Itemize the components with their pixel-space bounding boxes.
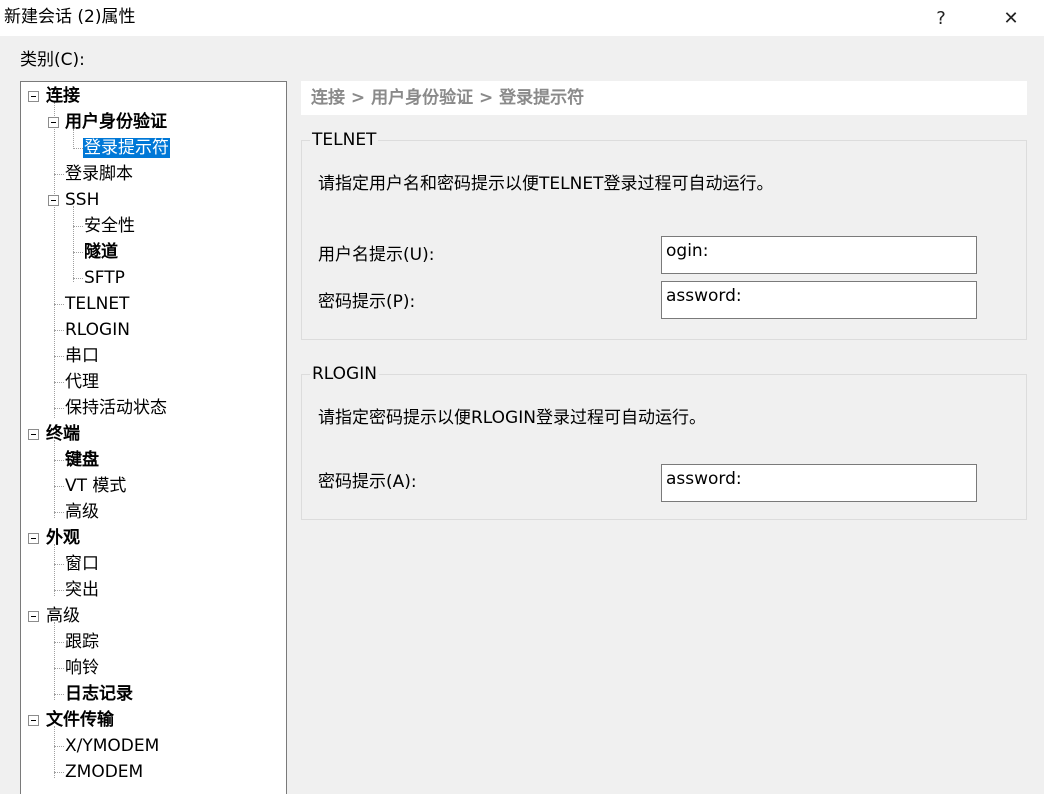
- rlogin-password-prompt-label: 密码提示(A):: [318, 472, 417, 492]
- tree-connector: [54, 440, 55, 518]
- tree-item-file-transfer[interactable]: 文件传输: [45, 708, 115, 734]
- tree-item-serial[interactable]: 串口: [64, 344, 100, 370]
- rlogin-password-prompt-input[interactable]: assword:: [661, 464, 977, 502]
- tree-item-rlogin[interactable]: RLOGIN: [64, 318, 131, 344]
- tree-item-terminal-advanced[interactable]: 高级: [64, 500, 100, 526]
- tree-item-terminal[interactable]: 终端: [45, 422, 81, 448]
- username-prompt-label: 用户名提示(U):: [318, 245, 435, 265]
- tree-item-advanced[interactable]: 高级: [45, 604, 81, 630]
- tree-item-login-script[interactable]: 登录脚本: [64, 162, 134, 188]
- tree-connector: [54, 512, 64, 513]
- telnet-description: 请指定用户名和密码提示以便TELNET登录过程可自动运行。: [318, 174, 774, 194]
- tree-connector: [73, 252, 83, 253]
- collapse-icon[interactable]: [28, 91, 39, 102]
- username-prompt-input[interactable]: ogin:: [661, 236, 977, 274]
- window-title: 新建会话 (2)属性: [4, 7, 136, 27]
- collapse-icon[interactable]: [28, 533, 39, 544]
- tree-connector: [54, 382, 64, 383]
- tree-connector: [54, 408, 64, 409]
- title-bar: 新建会话 (2)属性 ? ✕: [0, 0, 1044, 36]
- rlogin-group: RLOGIN 请指定密码提示以便RLOGIN登录过程可自动运行。 密码提示(A)…: [301, 363, 1027, 520]
- telnet-group: TELNET 请指定用户名和密码提示以便TELNET登录过程可自动运行。 用户名…: [301, 129, 1027, 340]
- tree-item-user-auth[interactable]: 用户身份验证: [64, 110, 168, 136]
- rlogin-description: 请指定密码提示以便RLOGIN登录过程可自动运行。: [318, 408, 706, 428]
- tree-item-xymodem[interactable]: X/YMODEM: [64, 734, 160, 760]
- telnet-password-prompt-label: 密码提示(P):: [318, 292, 416, 312]
- tree-connector: [73, 278, 83, 279]
- tree-item-login-prompts[interactable]: 登录提示符: [83, 136, 170, 162]
- tree-item-keep-alive[interactable]: 保持活动状态: [64, 396, 168, 422]
- tree-connector: [54, 304, 64, 305]
- collapse-icon[interactable]: [28, 429, 39, 440]
- tree-item-trace[interactable]: 跟踪: [64, 630, 100, 656]
- tree-item-proxy[interactable]: 代理: [64, 370, 100, 396]
- tree-connector: [54, 642, 64, 643]
- telnet-password-prompt-input[interactable]: assword:: [661, 281, 977, 319]
- collapse-icon[interactable]: [28, 611, 39, 622]
- tree-connector: [54, 772, 64, 773]
- tree-item-vt-mode[interactable]: VT 模式: [64, 474, 127, 500]
- collapse-icon[interactable]: [48, 195, 59, 206]
- tree-connector: [73, 206, 74, 282]
- collapse-icon[interactable]: [48, 117, 59, 128]
- close-icon: ✕: [1003, 7, 1019, 29]
- tree-item-appearance[interactable]: 外观: [45, 526, 81, 552]
- close-button[interactable]: ✕: [988, 0, 1034, 36]
- tree-connector: [54, 356, 64, 357]
- rlogin-group-title: RLOGIN: [310, 363, 379, 385]
- tree-item-bell[interactable]: 响铃: [64, 656, 100, 682]
- breadcrumb: 连接 > 用户身份验证 > 登录提示符: [301, 81, 1027, 115]
- tree-item-window[interactable]: 窗口: [64, 552, 100, 578]
- tree-item-logging[interactable]: 日志记录: [64, 682, 134, 708]
- category-tree[interactable]: 连接 用户身份验证 登录提示符 登录脚本 SSH 安全性 隧道 SFTP TEL…: [20, 81, 287, 794]
- tree-item-ssh[interactable]: SSH: [64, 188, 100, 214]
- tree-connector: [73, 148, 83, 149]
- tree-item-connection[interactable]: 连接: [45, 84, 81, 110]
- help-button[interactable]: ?: [918, 0, 964, 36]
- tree-item-tunneling[interactable]: 隧道: [83, 240, 119, 266]
- tree-item-highlight[interactable]: 突出: [64, 578, 100, 604]
- tree-connector: [54, 330, 64, 331]
- tree-connector: [54, 668, 64, 669]
- tree-item-telnet[interactable]: TELNET: [64, 292, 130, 318]
- tree-connector: [54, 564, 64, 565]
- help-icon: ?: [936, 7, 946, 29]
- tree-connector: [54, 102, 55, 418]
- category-label: 类别(C):: [20, 50, 85, 70]
- tree-connector: [54, 460, 64, 461]
- tree-connector: [54, 174, 64, 175]
- collapse-icon[interactable]: [28, 715, 39, 726]
- tree-connector: [73, 226, 83, 227]
- telnet-group-title: TELNET: [310, 129, 379, 151]
- tree-item-zmodem[interactable]: ZMODEM: [64, 760, 144, 786]
- tree-connector: [54, 746, 64, 747]
- tree-item-security[interactable]: 安全性: [83, 214, 136, 240]
- tree-connector: [54, 486, 64, 487]
- tree-connector: [54, 622, 55, 700]
- tree-item-keyboard[interactable]: 键盘: [64, 448, 100, 474]
- tree-connector: [54, 694, 64, 695]
- tree-item-sftp[interactable]: SFTP: [83, 266, 126, 292]
- tree-connector: [54, 590, 64, 591]
